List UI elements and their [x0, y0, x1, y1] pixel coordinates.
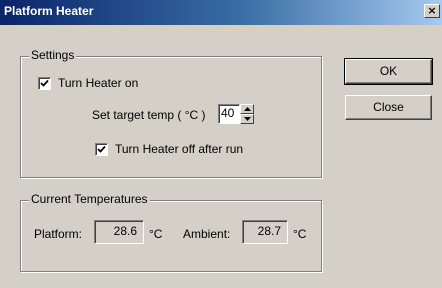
close-icon: ×: [427, 4, 437, 17]
arrow-down-icon: [244, 117, 251, 121]
ambient-label: Ambient:: [183, 227, 231, 241]
close-button[interactable]: Close: [345, 95, 432, 120]
ok-button[interactable]: OK: [344, 58, 433, 85]
ambient-temperature-readout: 28.7: [242, 220, 288, 244]
platform-unit: °C: [149, 227, 163, 241]
title-bar: Platform Heater ×: [0, 0, 442, 25]
arrow-up-icon: [244, 107, 251, 111]
target-temp-input[interactable]: 40: [218, 104, 240, 124]
target-temp-label: Set target temp ( °C ): [92, 108, 206, 122]
window-title: Platform Heater: [4, 4, 94, 18]
settings-legend: Settings: [29, 48, 77, 62]
current-temperatures-legend: Current Temperatures: [29, 192, 150, 206]
turn-heater-on-checkbox[interactable]: [38, 77, 51, 90]
close-window-button[interactable]: ×: [424, 4, 440, 18]
current-temperatures-group: Current Temperatures Platform: 28.6 °C A…: [20, 192, 322, 272]
settings-group: Settings Turn Heater on Set target temp …: [20, 48, 322, 178]
ok-button-label: OK: [379, 64, 398, 78]
close-button-label: Close: [373, 100, 404, 114]
turn-off-after-run-checkbox[interactable]: [95, 143, 108, 156]
platform-label: Platform:: [34, 227, 83, 241]
checkmark-icon: [40, 79, 49, 87]
target-temp-decrement-button[interactable]: [240, 114, 254, 124]
ambient-unit: °C: [293, 227, 307, 241]
platform-temperature-readout: 28.6: [94, 220, 144, 244]
turn-heater-on-label[interactable]: Turn Heater on: [58, 76, 138, 90]
target-temp-increment-button[interactable]: [240, 104, 254, 114]
checkmark-icon: [97, 145, 106, 153]
turn-off-after-run-label[interactable]: Turn Heater off after run: [115, 142, 243, 156]
